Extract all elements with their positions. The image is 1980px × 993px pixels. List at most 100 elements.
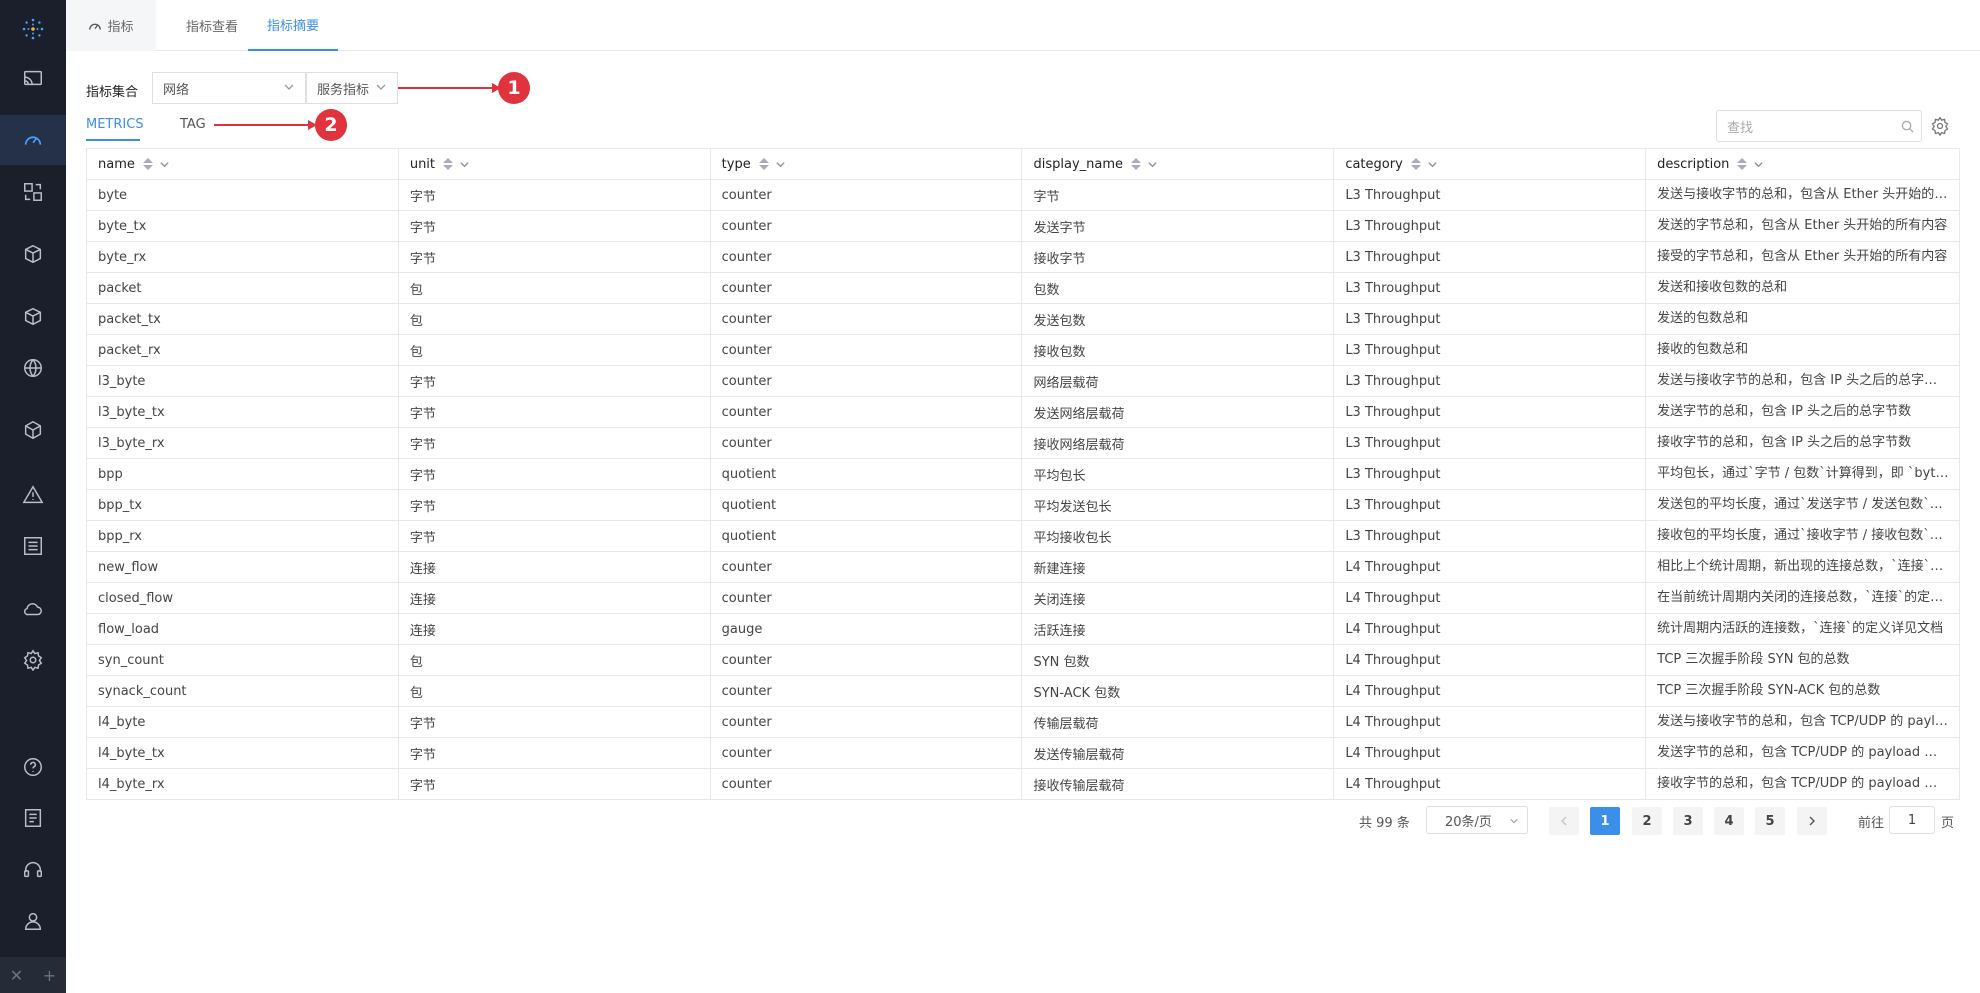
page-size-value: 20条/页 xyxy=(1445,814,1492,830)
column-header-label: description xyxy=(1657,156,1730,172)
annotation-line xyxy=(214,124,313,126)
sort-icon[interactable] xyxy=(1737,158,1748,170)
filter-dropdown-icon[interactable] xyxy=(1427,159,1438,170)
filter-dropdown-icon[interactable] xyxy=(459,159,470,170)
table-cell-unit: 连接 xyxy=(399,583,711,613)
table-row[interactable]: l3_byte_rx 字节 counter 接收网络层载荷 L3 Throughput 接… xyxy=(87,428,1960,459)
sidebar-item-cloud[interactable] xyxy=(0,584,66,634)
page-button[interactable]: 3 xyxy=(1673,807,1703,835)
column-header[interactable]: display_name xyxy=(1022,149,1335,179)
add-icon[interactable]: + xyxy=(43,966,56,985)
sidebar-item-user[interactable] xyxy=(0,896,66,946)
sidebar-item-dashboard[interactable] xyxy=(0,115,66,165)
table-row[interactable]: packet_rx 包 counter 接收包数 L3 Throughput 接收的包数总… xyxy=(87,335,1960,366)
table-row[interactable]: bpp_tx 字节 quotient 平均发送包长 L3 Throughput 发送包的平… xyxy=(87,490,1960,521)
description-text: 发送的包数总和 xyxy=(1657,311,1749,326)
tab-metrics[interactable]: 指标 xyxy=(66,0,156,51)
prev-page-button[interactable] xyxy=(1549,807,1579,835)
table-row[interactable]: l4_byte_tx 字节 counter 发送传输层载荷 L4 Throughput 发… xyxy=(87,738,1960,769)
tab-tag-list[interactable]: TAG xyxy=(180,117,206,132)
sidebar-item-box[interactable] xyxy=(0,229,66,279)
sidebar-item-globe[interactable] xyxy=(0,343,66,393)
table-row[interactable]: synack_count 包 counter SYN-ACK 包数 L4 Through… xyxy=(87,676,1960,707)
table-cell-unit: 字节 xyxy=(399,428,711,458)
table-row[interactable]: packet 包 counter 包数 L3 Throughput 发送和接收包数的总和 xyxy=(87,273,1960,304)
table-row[interactable]: bpp_rx 字节 quotient 平均接收包长 L3 Throughput 接收包的平… xyxy=(87,521,1960,552)
search-input[interactable]: 查找 xyxy=(1716,110,1922,142)
table-cell-name: bpp_tx xyxy=(87,490,399,520)
tab-label: 指标摘要 xyxy=(266,19,319,34)
table-cell-type: counter xyxy=(711,769,1023,799)
page-size-select[interactable]: 20条/页 xyxy=(1426,806,1528,834)
table-cell-display-name: SYN 包数 xyxy=(1022,645,1335,675)
sort-icon[interactable] xyxy=(443,158,454,170)
table-row[interactable]: l3_byte 字节 counter 网络层载荷 L3 Throughput 发送与接收字… xyxy=(87,366,1960,397)
sort-icon[interactable] xyxy=(1131,158,1142,170)
settings-icon xyxy=(23,649,43,671)
sidebar-item-alert[interactable] xyxy=(0,470,66,520)
table-row[interactable]: new_flow 连接 counter 新建连接 L4 Throughput 相比上个统计… xyxy=(87,552,1960,583)
table-row[interactable]: l4_byte 字节 counter 传输层载荷 L4 Throughput 发送与接收字… xyxy=(87,707,1960,738)
column-header[interactable]: type xyxy=(711,149,1023,179)
sidebar-item-exchange[interactable] xyxy=(0,167,66,217)
tab-metrics-summary[interactable]: 指标摘要 xyxy=(248,0,338,51)
table-cell-description: 接收字节的总和，包含 TCP/UDP 的 payload 部分 xyxy=(1646,769,1960,799)
table-row[interactable]: packet_tx 包 counter 发送包数 L3 Throughput 发送的包数总… xyxy=(87,304,1960,335)
sidebar-item-cast[interactable] xyxy=(0,53,66,103)
tab-metrics-list[interactable]: METRICS xyxy=(86,117,144,132)
sidebar-item-support[interactable] xyxy=(0,845,66,895)
table-row[interactable]: l3_byte_tx 字节 counter 发送网络层载荷 L3 Throughput 发… xyxy=(87,397,1960,428)
column-header[interactable]: category xyxy=(1334,149,1647,179)
table-row[interactable]: closed_flow 连接 counter 关闭连接 L4 Throughput 在当前… xyxy=(87,583,1960,614)
table-cell-name: packet xyxy=(87,273,399,303)
column-header-label: unit xyxy=(409,156,436,172)
collection-select[interactable]: 网络 xyxy=(152,72,306,104)
table-cell-category: L3 Throughput xyxy=(1334,490,1647,520)
sidebar-item-package[interactable] xyxy=(0,291,66,341)
sidebar-item-help[interactable] xyxy=(0,742,66,792)
select-value: 服务指标 xyxy=(317,82,370,98)
sidebar-item-settings[interactable] xyxy=(0,635,66,685)
table-cell-description: 发送字节的总和，包含 IP 头之后的总字节数 xyxy=(1646,397,1960,427)
column-header[interactable]: name xyxy=(87,149,399,179)
next-page-button[interactable] xyxy=(1797,807,1827,835)
page-button[interactable]: 2 xyxy=(1632,807,1662,835)
filter-dropdown-icon[interactable] xyxy=(159,159,170,170)
sort-icon[interactable] xyxy=(1410,158,1421,170)
page-button[interactable]: 1 xyxy=(1590,807,1620,835)
filter-dropdown-icon[interactable] xyxy=(1147,159,1158,170)
filter-dropdown-icon[interactable] xyxy=(1753,159,1764,170)
page-button[interactable]: 4 xyxy=(1714,807,1744,835)
page-button[interactable]: 5 xyxy=(1755,807,1785,835)
table-cell-unit: 包 xyxy=(399,273,711,303)
table-row[interactable]: flow_load 连接 gauge 活跃连接 L4 Throughput 统计周期内活跃… xyxy=(87,614,1960,645)
table-row[interactable]: syn_count 包 counter SYN 包数 L4 Throughput TCP … xyxy=(87,645,1960,676)
table-cell-unit: 连接 xyxy=(399,614,711,644)
metric-type-select[interactable]: 服务指标 xyxy=(306,72,398,104)
column-header[interactable]: description xyxy=(1646,149,1960,179)
table-cell-category: L4 Throughput xyxy=(1334,645,1647,675)
table-row[interactable]: l4_byte_rx 字节 counter 接收传输层载荷 L4 Throughput 接… xyxy=(87,769,1960,800)
column-header[interactable]: unit xyxy=(399,149,711,179)
table-cell-name: l4_byte_tx xyxy=(87,738,399,768)
close-icon[interactable]: ✕ xyxy=(10,966,23,985)
table-row[interactable]: byte_rx 字节 counter 接收字节 L3 Throughput 接受的字节总和… xyxy=(87,242,1960,273)
sidebar-item-document[interactable] xyxy=(0,793,66,843)
table-row[interactable]: byte 字节 counter 字节 L3 Throughput 发送与接收字节的总和，包… xyxy=(87,180,1960,211)
description-text: 发送字节的总和，包含 TCP/UDP 的 payload 部分 xyxy=(1657,745,1951,760)
chevron-down-icon xyxy=(1510,818,1518,824)
table-cell-display-name: 接收包数 xyxy=(1022,335,1335,365)
table-cell-type: counter xyxy=(711,552,1023,582)
sort-icon[interactable] xyxy=(758,158,769,170)
goto-page-input[interactable]: 1 xyxy=(1889,806,1935,834)
table-cell-unit: 包 xyxy=(399,645,711,675)
filter-dropdown-icon[interactable] xyxy=(775,159,786,170)
table-cell-type: quotient xyxy=(711,490,1023,520)
settings-icon[interactable] xyxy=(1930,116,1950,136)
table-row[interactable]: byte_tx 字节 counter 发送字节 L3 Throughput 发送的字节总和… xyxy=(87,211,1960,242)
table-row[interactable]: bpp 字节 quotient 平均包长 L3 Throughput 平均包长，通过`字节… xyxy=(87,459,1960,490)
sidebar-item-cube[interactable] xyxy=(0,405,66,455)
box-icon xyxy=(24,244,42,264)
sidebar-item-list[interactable] xyxy=(0,521,66,571)
sort-icon[interactable] xyxy=(142,158,153,170)
